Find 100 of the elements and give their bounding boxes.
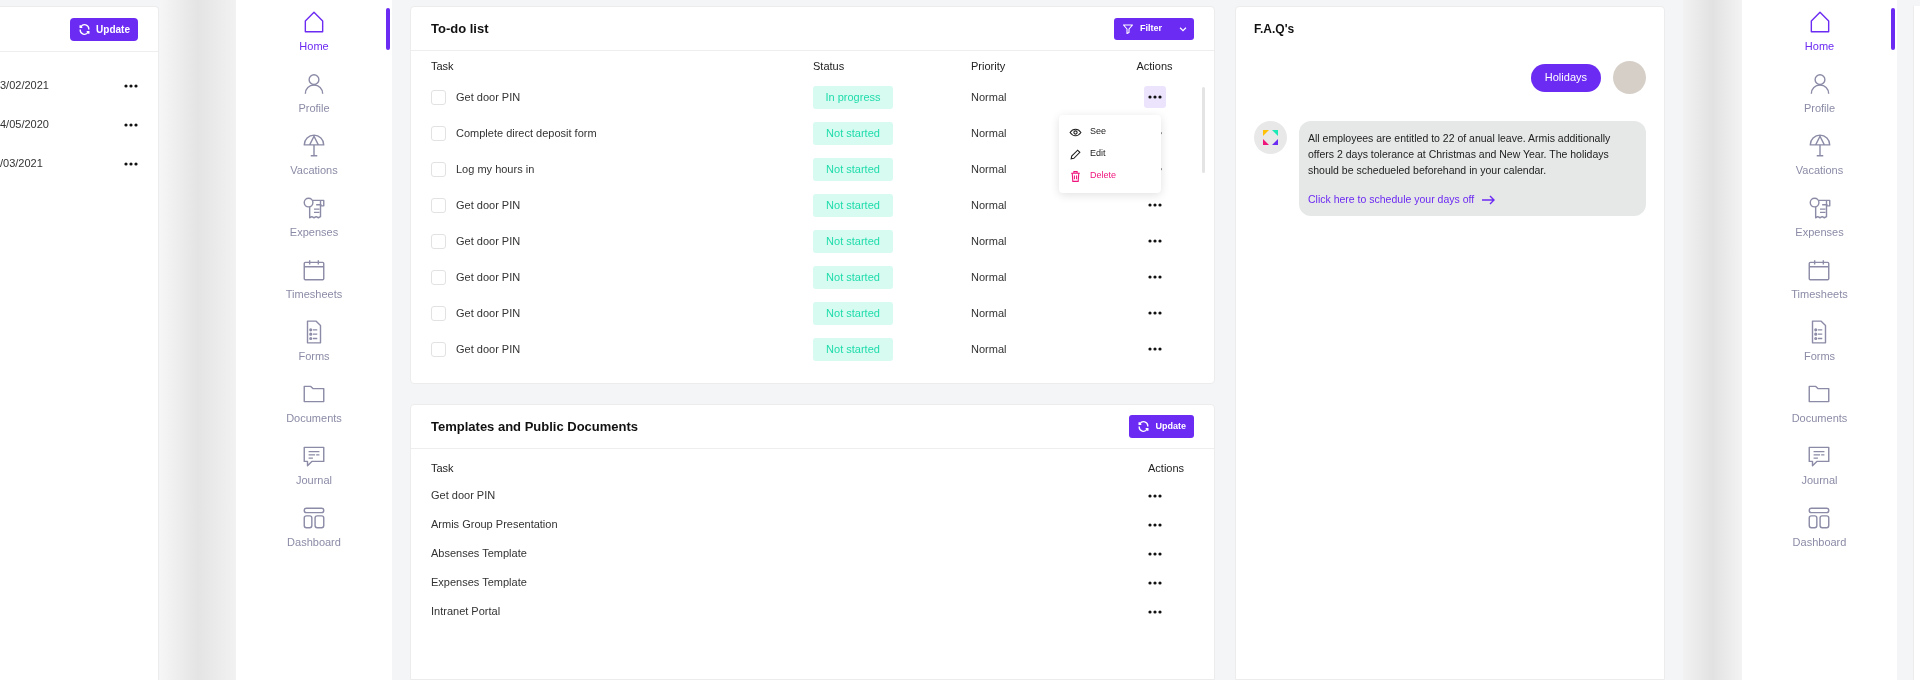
more-icon bbox=[124, 83, 138, 88]
active-indicator bbox=[386, 8, 390, 50]
sidebar-item[interactable]: Dashboard bbox=[1792, 504, 1847, 566]
column-header: Task bbox=[431, 58, 455, 74]
more-icon bbox=[1147, 347, 1162, 351]
active-indicator bbox=[1891, 8, 1895, 50]
sidebar-item[interactable]: Expenses bbox=[1795, 194, 1844, 256]
task-text: Get door PIN bbox=[456, 341, 521, 357]
sidebar-item[interactable]: Home bbox=[1804, 8, 1835, 70]
priority-text: Normal bbox=[971, 269, 1007, 285]
schedule-link[interactable]: Click here to schedule your days off bbox=[1308, 192, 1637, 208]
column-header: Status bbox=[813, 58, 846, 74]
task-text: Get door PIN bbox=[456, 89, 521, 105]
sidebar-item[interactable]: Vacations bbox=[290, 132, 338, 194]
priority-text: Normal bbox=[971, 233, 1007, 249]
menu-item[interactable]: Edit bbox=[1059, 143, 1161, 165]
date-text: 3/02/2021 bbox=[0, 78, 49, 94]
answer-text: All employees are entitled to 22 of anual leave. Armis additionally offers 2 days tolerance at Christmas and New Year. The holidays should be schedueled beforehand in your calendar. bbox=[1308, 131, 1612, 178]
checkbox[interactable] bbox=[431, 89, 446, 105]
priority-text: Normal bbox=[971, 341, 1007, 357]
card-title: F.A.Q's bbox=[1254, 21, 1295, 38]
status-badge: Not started bbox=[813, 193, 893, 217]
update-button[interactable]: Update bbox=[70, 17, 138, 41]
question-bubble: Holidays bbox=[1530, 63, 1601, 92]
menu-item[interactable]: See bbox=[1059, 121, 1161, 143]
checkbox[interactable] bbox=[431, 197, 446, 213]
status-badge: In progress bbox=[813, 85, 893, 109]
sidebar-item[interactable]: Vacations bbox=[1795, 132, 1844, 194]
sidebar-item[interactable]: Journal bbox=[1801, 442, 1838, 504]
sidebar-item[interactable]: Profile bbox=[1803, 70, 1836, 132]
filter-button[interactable]: Filter bbox=[1114, 17, 1194, 40]
calendar-icon bbox=[301, 257, 327, 283]
sidebar-item[interactable]: Dashboard bbox=[287, 504, 341, 566]
priority-text: Normal bbox=[971, 161, 1007, 177]
arrow-right-icon bbox=[1482, 194, 1496, 205]
task-text: Get door PIN bbox=[456, 197, 521, 213]
status-badge: Not started bbox=[813, 265, 893, 289]
sidebar-item[interactable]: Forms bbox=[298, 318, 330, 380]
avatar bbox=[1613, 61, 1646, 94]
status-badge: Not started bbox=[813, 121, 893, 145]
menu-item[interactable]: Delete bbox=[1059, 165, 1161, 187]
more-button[interactable] bbox=[124, 161, 138, 166]
priority-text: Normal bbox=[971, 89, 1007, 105]
bot-logo-icon bbox=[1254, 121, 1287, 154]
task-text: Get door PIN bbox=[456, 269, 521, 285]
more-icon bbox=[124, 161, 138, 166]
task-text: Log my hours in bbox=[456, 161, 535, 177]
checkbox[interactable] bbox=[431, 125, 446, 141]
sidebar-item[interactable]: Documents bbox=[286, 380, 342, 442]
checkbox[interactable] bbox=[431, 305, 446, 321]
priority-text: Normal bbox=[971, 197, 1007, 213]
trash-icon bbox=[1069, 169, 1082, 183]
checkbox[interactable] bbox=[431, 161, 446, 177]
sidebar-item[interactable]: Timesheets bbox=[1791, 256, 1848, 318]
sidebar-item[interactable]: Home bbox=[299, 8, 329, 70]
priority-text: Normal bbox=[971, 125, 1007, 141]
status-badge: Not started bbox=[813, 301, 893, 325]
sidebar-item[interactable]: Documents bbox=[1791, 380, 1848, 442]
more-icon bbox=[1147, 203, 1162, 207]
column-header: Actions bbox=[1148, 460, 1186, 476]
date-text: 4/05/2020 bbox=[0, 117, 49, 133]
sidebar-item[interactable]: Forms bbox=[1803, 318, 1836, 380]
status-badge: Not started bbox=[813, 229, 893, 253]
column-header: Actions bbox=[1136, 58, 1174, 74]
umbrella-icon bbox=[301, 133, 327, 159]
task-text: Get door PIN bbox=[456, 233, 521, 249]
more-icon bbox=[1147, 239, 1162, 243]
date-text: /03/2021 bbox=[0, 156, 43, 172]
more-icon bbox=[1148, 609, 1162, 614]
more-icon bbox=[1147, 95, 1162, 99]
sidebar-item[interactable]: Profile bbox=[298, 70, 330, 132]
document-text: Get door PIN bbox=[431, 488, 496, 504]
document-text: Armis Group Presentation bbox=[431, 517, 558, 533]
document-text: Expenses Template bbox=[431, 575, 527, 591]
priority-text: Normal bbox=[971, 305, 1007, 321]
task-text: Complete direct deposit form bbox=[456, 125, 597, 141]
dashboard-icon bbox=[301, 505, 327, 531]
card-title: Templates and Public Documents bbox=[431, 417, 639, 436]
more-icon bbox=[1147, 275, 1162, 279]
update-button[interactable]: Update bbox=[1129, 415, 1194, 438]
more-icon bbox=[124, 122, 138, 127]
more-icon bbox=[1148, 493, 1162, 498]
status-badge: Not started bbox=[813, 157, 893, 181]
more-icon bbox=[1148, 580, 1162, 585]
column-header: Task bbox=[431, 460, 454, 476]
document-text: Absenses Template bbox=[431, 546, 527, 562]
sidebar-item[interactable]: Expenses bbox=[289, 194, 339, 256]
checkbox[interactable] bbox=[431, 269, 446, 285]
column-header: Priority bbox=[971, 58, 1007, 74]
sidebar-item[interactable]: Timesheets bbox=[285, 256, 343, 318]
more-icon bbox=[1147, 311, 1162, 315]
checkbox[interactable] bbox=[431, 341, 446, 357]
more-button[interactable] bbox=[124, 122, 138, 127]
document-text: Intranet Portal bbox=[431, 604, 501, 620]
checkbox[interactable] bbox=[431, 233, 446, 249]
more-icon bbox=[1148, 522, 1162, 527]
sidebar-item[interactable]: Journal bbox=[295, 442, 333, 504]
more-button[interactable] bbox=[124, 83, 138, 88]
task-text: Get door PIN bbox=[456, 305, 521, 321]
more-button[interactable] bbox=[1143, 86, 1166, 108]
